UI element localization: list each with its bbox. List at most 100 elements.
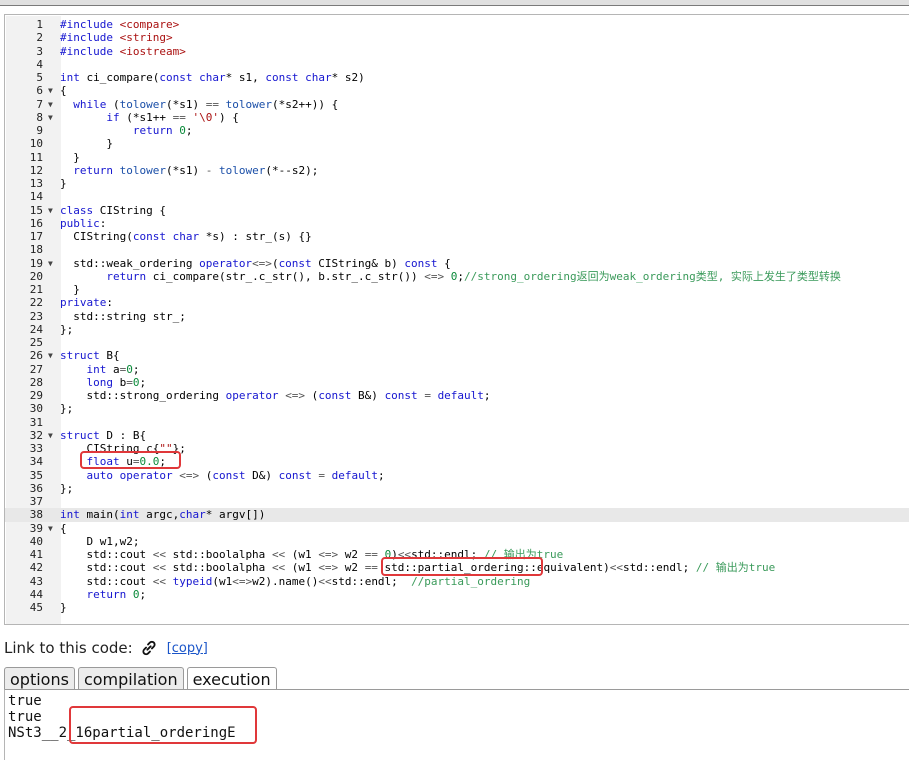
code-text: CIString(const char *s) : str_(s) {} [60, 230, 312, 243]
code-line[interactable]: 45} [5, 601, 909, 614]
fold-arrow-icon[interactable]: ▼ [48, 349, 53, 362]
code-line[interactable]: 32 ▼ struct D : B{ [5, 429, 909, 442]
line-number: 24 [29, 322, 43, 336]
highlight-float-line [80, 451, 181, 469]
code-text: #include <compare> [60, 18, 180, 31]
code-editor[interactable]: 1 #include <compare> 2 #include <string> 3 #i… [4, 14, 909, 625]
line-number: 13 [29, 177, 43, 190]
copy-link[interactable]: [copy] [167, 641, 208, 656]
line-number: 33 [29, 442, 43, 455]
line-number: 20 [29, 269, 43, 283]
code-text: int a=0; [86, 362, 140, 376]
code-line[interactable]: 29 std::strong_ordering operator <=> (co… [5, 389, 909, 402]
code-line[interactable]: 24}; [5, 323, 909, 336]
tab-compilation[interactable]: compilation [77, 667, 184, 690]
code-line[interactable]: 6 ▼ { [5, 84, 909, 97]
code-line[interactable]: 38 int main(int argc,char* argv[]) [5, 508, 909, 522]
code-line[interactable]: 12 return tolower(*s1) - tolower(*--s2); [5, 164, 909, 177]
code-line[interactable]: 15 ▼ class CIString { [5, 204, 909, 217]
code-line[interactable]: 8 ▼ if (*s1++ == '\0') { [5, 111, 909, 124]
code-line[interactable]: 3 #include <iostream> [5, 45, 909, 58]
code-line[interactable]: 2 #include <string> [5, 31, 909, 44]
line-number: 11 [29, 150, 43, 164]
code-text: return 0; [86, 587, 147, 601]
code-line[interactable]: 39 ▼ { [5, 522, 909, 535]
code-line[interactable]: 9 return 0; [5, 124, 909, 137]
line-number: 27 [29, 362, 43, 376]
code-text: class CIString { [60, 203, 166, 217]
code-line[interactable]: 23 std::string str_; [5, 310, 909, 323]
code-text: D w1,w2; [60, 534, 140, 548]
line-number: 43 [29, 574, 43, 588]
code-text: std::cout << typeid(w1<=>w2).name()<<std… [60, 574, 531, 588]
chain-link-icon[interactable] [139, 638, 159, 658]
link-label: Link to this code: [4, 639, 133, 657]
code-text: } [60, 177, 67, 190]
code-line[interactable]: 44 return 0; [5, 588, 909, 601]
code-line[interactable]: 11 } [5, 151, 909, 164]
line-number: 21 [29, 283, 43, 296]
code-line[interactable]: 40 D w1,w2; [5, 535, 909, 548]
code-text: return ci_compare(str_.c_str(), b.str_.c… [106, 269, 841, 283]
code-line[interactable]: 37 [5, 495, 909, 508]
line-number: 15 [29, 203, 43, 217]
code-line[interactable]: 14 [5, 190, 909, 203]
line-number: 8 [36, 110, 43, 124]
code-line[interactable]: 5 int ci_compare(const char* s1, const ch… [5, 71, 909, 84]
output-tabs: options compilation execution [4, 667, 277, 690]
fold-arrow-icon[interactable]: ▼ [48, 204, 53, 217]
code-line[interactable]: 19 ▼ std::weak_ordering operator<=>(const… [5, 257, 909, 270]
fold-arrow-icon[interactable]: ▼ [48, 111, 53, 124]
code-text: struct B{ [60, 349, 120, 363]
code-line[interactable]: 31 [5, 416, 909, 429]
code-text: private: [60, 296, 113, 310]
code-line[interactable]: 20 return ci_compare(str_.c_str(), b.str… [5, 270, 909, 283]
code-line[interactable]: 28 long b=0; [5, 376, 909, 389]
top-toolbar-strip [0, 0, 909, 6]
line-number: 4 [36, 57, 43, 71]
code-text: }; [60, 322, 74, 336]
line-number: 34 [29, 455, 43, 469]
code-text: auto operator <=> (const D&) const = def… [86, 468, 385, 482]
code-text: #include <iostream> [60, 44, 186, 58]
code-line[interactable]: 35 auto operator <=> (const D&) const = … [5, 469, 909, 482]
line-number: 16 [29, 216, 43, 230]
code-line[interactable]: 18 [5, 243, 909, 256]
fold-arrow-icon[interactable]: ▼ [48, 98, 53, 111]
code-line[interactable]: 16 public: [5, 217, 909, 230]
code-line[interactable]: 1 #include <compare> [5, 18, 909, 31]
line-number: 17 [29, 230, 43, 243]
code-line[interactable]: 4 [5, 58, 909, 71]
line-number: 45 [29, 601, 43, 614]
code-line[interactable]: 26 ▼ struct B{ [5, 349, 909, 362]
code-text: }; [60, 402, 74, 416]
code-line[interactable]: 17 CIString(const char *s) : str_(s) {} [5, 230, 909, 243]
code-text: } [60, 137, 113, 151]
code-line[interactable]: 10 } [5, 137, 909, 150]
code-line[interactable]: 13} [5, 177, 909, 190]
line-number: 14 [29, 190, 43, 204]
line-number: 38 [29, 508, 43, 522]
code-line[interactable]: 27 int a=0; [5, 363, 909, 376]
fold-arrow-icon[interactable]: ▼ [48, 429, 53, 442]
code-line[interactable]: 7 ▼ while (tolower(*s1) == tolower(*s2++)… [5, 98, 909, 111]
code-line[interactable]: 36}; [5, 482, 909, 495]
fold-arrow-icon[interactable]: ▼ [48, 84, 53, 97]
line-number: 18 [29, 243, 43, 257]
code-line[interactable]: 22 private: [5, 296, 909, 309]
fold-arrow-icon[interactable]: ▼ [48, 257, 53, 270]
code-text: { [60, 521, 67, 535]
tab-options[interactable]: options [4, 667, 75, 690]
line-number: 29 [29, 389, 43, 402]
line-number: 44 [29, 587, 43, 601]
code-line[interactable]: 25 [5, 336, 909, 349]
line-number: 7 [36, 97, 43, 111]
line-number: 36 [29, 481, 43, 495]
code-line[interactable]: 21 } [5, 283, 909, 296]
fold-arrow-icon[interactable]: ▼ [48, 522, 53, 535]
code-line[interactable]: 30}; [5, 402, 909, 415]
tab-execution[interactable]: execution [186, 667, 277, 690]
code-text: public: [60, 216, 107, 230]
line-number: 3 [36, 44, 43, 58]
code-line[interactable]: 43 std::cout << typeid(w1<=>w2).name()<<… [5, 575, 909, 588]
